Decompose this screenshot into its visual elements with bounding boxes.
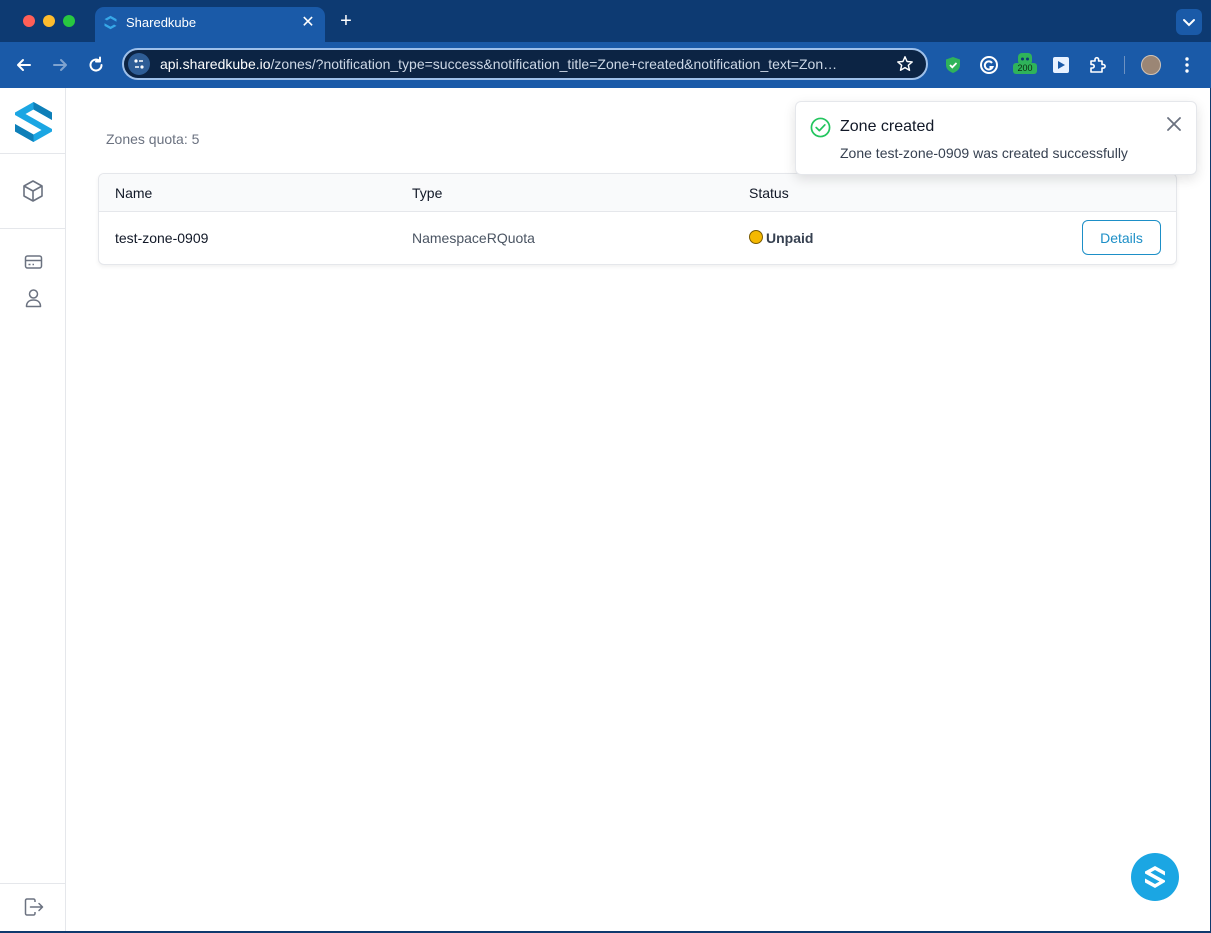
column-header-status: Status	[749, 185, 789, 201]
column-header-type: Type	[412, 185, 443, 201]
toolbar-divider	[1124, 56, 1125, 74]
browser-toolbar: api.sharedkube.io/zones/?notification_ty…	[0, 42, 1211, 88]
table-row: test-zone-0909 NamespaceRQuota Unpaid De…	[99, 212, 1176, 264]
billing-card-icon[interactable]	[24, 253, 43, 271]
support-chat-button[interactable]	[1131, 853, 1179, 901]
chevron-down-icon	[1183, 19, 1195, 27]
reload-icon[interactable]	[85, 54, 107, 76]
profile-avatar[interactable]	[1141, 55, 1161, 75]
bookmark-star-icon[interactable]	[896, 55, 914, 73]
grammarly-extension-icon[interactable]	[979, 55, 999, 75]
notification-text: Zone test-zone-0909 was created successf…	[840, 145, 1128, 161]
site-info-icon[interactable]	[128, 53, 150, 75]
sidebar-divider	[0, 153, 65, 154]
back-arrow-icon[interactable]	[13, 54, 35, 76]
maximize-window-button[interactable]	[63, 15, 75, 27]
url-path: /zones/?notification_type=success&notifi…	[270, 56, 838, 72]
user-profile-icon[interactable]	[24, 288, 43, 308]
sidebar-divider	[0, 883, 65, 884]
extension-badge: 200	[1013, 63, 1037, 74]
tab-close-button[interactable]: ✕	[299, 12, 317, 32]
zones-quota: Zones quota: 5	[106, 131, 200, 147]
cast-extension-icon[interactable]	[1051, 55, 1071, 75]
browser-menu-icon[interactable]	[1177, 55, 1197, 75]
notification-title: Zone created	[840, 118, 935, 135]
details-button[interactable]: Details	[1082, 220, 1161, 255]
url-text: api.sharedkube.io/zones/?notification_ty…	[160, 56, 837, 72]
logout-icon[interactable]	[24, 898, 44, 916]
sharedkube-logo-icon[interactable]	[15, 102, 52, 142]
address-bar[interactable]: api.sharedkube.io/zones/?notification_ty…	[122, 48, 928, 80]
zone-name: test-zone-0909	[115, 230, 209, 246]
success-check-icon	[810, 117, 831, 138]
new-tab-button[interactable]: +	[337, 10, 355, 33]
zones-cube-icon[interactable]	[21, 179, 45, 203]
extensions-puzzle-icon[interactable]	[1087, 55, 1107, 75]
table-header: Name Type Status	[99, 174, 1176, 212]
minimize-window-button[interactable]	[43, 15, 55, 27]
sidebar	[0, 88, 66, 931]
close-window-button[interactable]	[23, 15, 35, 27]
notification-toast: Zone created Zone test-zone-0909 was cre…	[795, 101, 1197, 175]
browser-tab-bar: Sharedkube ✕ +	[0, 0, 1211, 42]
status-indicator-dot	[749, 230, 763, 244]
status-extension-icon[interactable]: 200	[1013, 50, 1037, 78]
sharedkube-favicon-icon	[104, 15, 117, 30]
sidebar-divider	[0, 228, 65, 229]
browser-tab[interactable]: Sharedkube ✕	[95, 7, 325, 42]
zone-type: NamespaceRQuota	[412, 230, 535, 246]
forward-arrow-icon[interactable]	[49, 54, 71, 76]
page-content: Zones quota: 5 Name Type Status test-zon…	[0, 88, 1210, 931]
zones-table: Name Type Status test-zone-0909 Namespac…	[98, 173, 1177, 265]
zone-status: Unpaid	[766, 230, 814, 246]
column-header-name: Name	[115, 185, 153, 201]
close-icon[interactable]	[1164, 114, 1184, 134]
sharedkube-logo-icon	[1145, 866, 1165, 888]
shield-extension-icon[interactable]	[943, 55, 963, 75]
tab-search-button[interactable]	[1176, 9, 1202, 35]
tab-title: Sharedkube	[126, 15, 197, 30]
url-host: api.sharedkube.io	[160, 56, 271, 72]
